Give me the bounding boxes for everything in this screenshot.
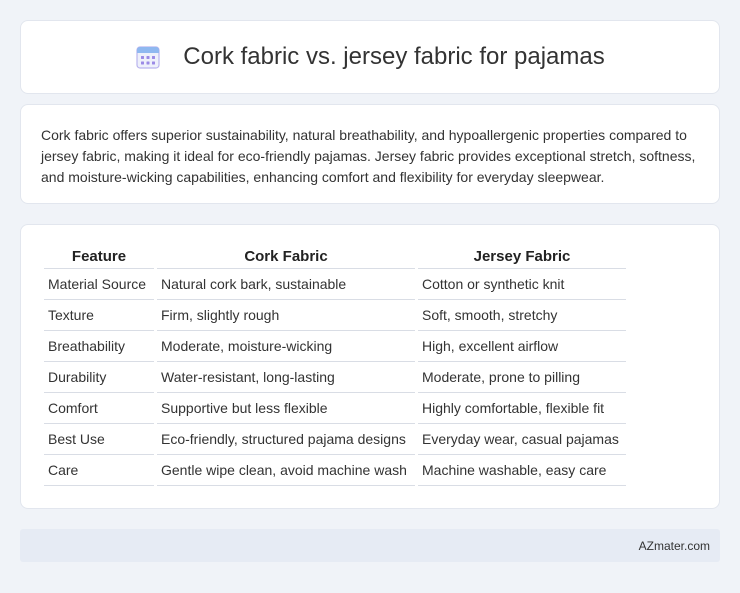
table-header-row: Feature Cork Fabric Jersey Fabric bbox=[44, 245, 626, 269]
table-row: Texture Firm, slightly rough Soft, smoot… bbox=[44, 300, 626, 331]
cork-cell: Moderate, moisture-wicking bbox=[157, 331, 415, 362]
cork-cell: Natural cork bark, sustainable bbox=[157, 269, 415, 300]
column-header-jersey: Jersey Fabric bbox=[418, 245, 626, 269]
footer-site-link[interactable]: AZmater.com bbox=[639, 539, 710, 553]
feature-cell: Best Use bbox=[44, 424, 154, 455]
table-row: Care Gentle wipe clean, avoid machine wa… bbox=[44, 455, 626, 486]
jersey-cell: Cotton or synthetic knit bbox=[418, 269, 626, 300]
cork-cell: Water-resistant, long-lasting bbox=[157, 362, 415, 393]
table-row: Breathability Moderate, moisture-wicking… bbox=[44, 331, 626, 362]
column-header-cork: Cork Fabric bbox=[157, 245, 415, 269]
cork-cell: Firm, slightly rough bbox=[157, 300, 415, 331]
cork-cell: Eco-friendly, structured pajama designs bbox=[157, 424, 415, 455]
column-header-feature: Feature bbox=[44, 245, 154, 269]
jersey-cell: Soft, smooth, stretchy bbox=[418, 300, 626, 331]
calendar-icon bbox=[136, 46, 160, 69]
feature-cell: Durability bbox=[44, 362, 154, 393]
jersey-cell: High, excellent airflow bbox=[418, 331, 626, 362]
table-row: Best Use Eco-friendly, structured pajama… bbox=[44, 424, 626, 455]
feature-cell: Comfort bbox=[44, 393, 154, 424]
page-title: Cork fabric vs. jersey fabric for pajama… bbox=[183, 43, 605, 70]
table-row: Material Source Natural cork bark, susta… bbox=[44, 269, 626, 300]
cork-cell: Supportive but less flexible bbox=[157, 393, 415, 424]
table-row: Comfort Supportive but less flexible Hig… bbox=[44, 393, 626, 424]
feature-cell: Care bbox=[44, 455, 154, 486]
summary-card: Cork fabric offers superior sustainabili… bbox=[20, 104, 720, 204]
feature-cell: Breathability bbox=[44, 331, 154, 362]
feature-cell: Texture bbox=[44, 300, 154, 331]
title-card: Cork fabric vs. jersey fabric for pajama… bbox=[20, 20, 720, 94]
comparison-table: Feature Cork Fabric Jersey Fabric Materi… bbox=[41, 245, 629, 486]
summary-text: Cork fabric offers superior sustainabili… bbox=[41, 127, 696, 185]
jersey-cell: Highly comfortable, flexible fit bbox=[418, 393, 626, 424]
feature-cell: Material Source bbox=[44, 269, 154, 300]
jersey-cell: Machine washable, easy care bbox=[418, 455, 626, 486]
footer-bar: AZmater.com bbox=[20, 529, 720, 562]
table-row: Durability Water-resistant, long-lasting… bbox=[44, 362, 626, 393]
jersey-cell: Everyday wear, casual pajamas bbox=[418, 424, 626, 455]
jersey-cell: Moderate, prone to pilling bbox=[418, 362, 626, 393]
comparison-table-card: Feature Cork Fabric Jersey Fabric Materi… bbox=[20, 224, 720, 509]
cork-cell: Gentle wipe clean, avoid machine wash bbox=[157, 455, 415, 486]
